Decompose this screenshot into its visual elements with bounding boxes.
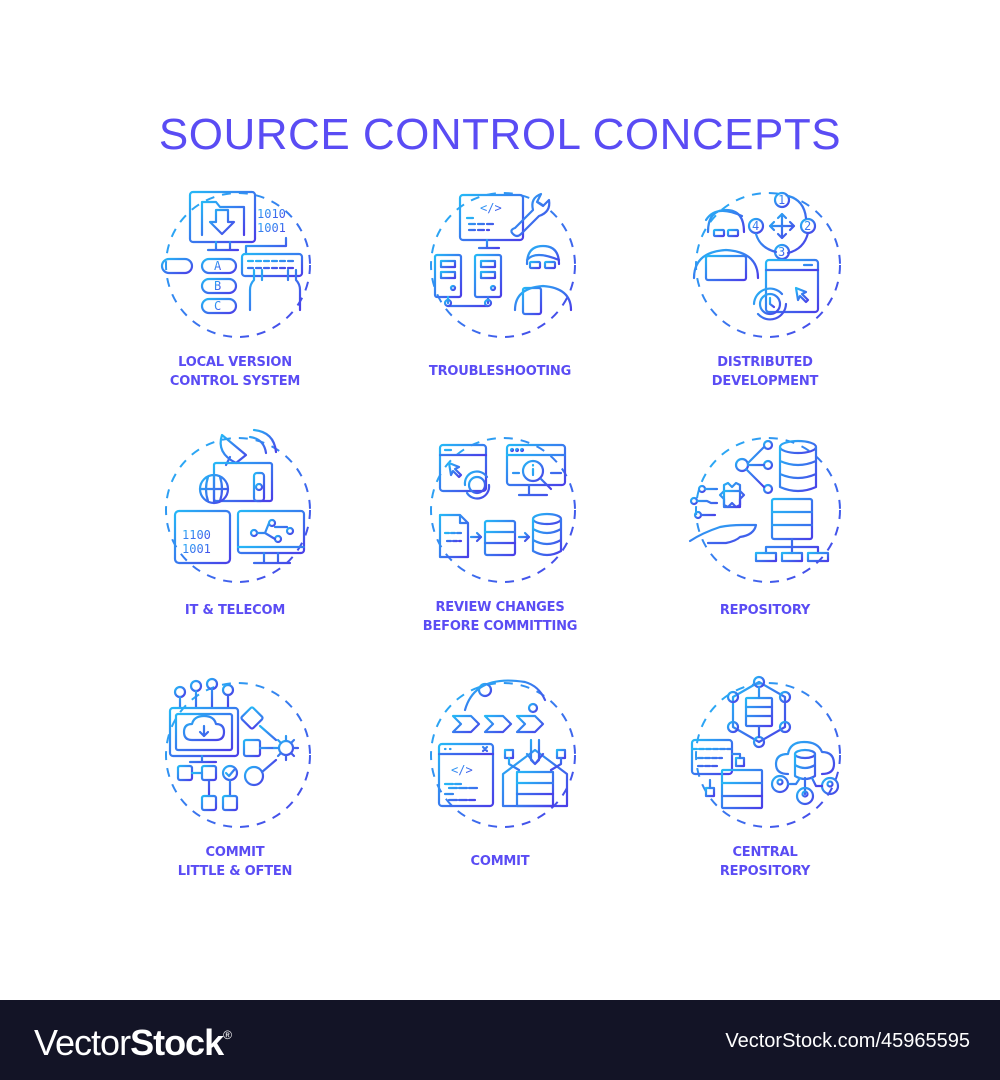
step-4: 4 (752, 219, 759, 233)
local-version-control-icon: 1010 1001 A B C (160, 190, 311, 338)
concept-label: REPOSITORY (719, 864, 811, 879)
code-tag: </> (451, 763, 473, 777)
commit-icon: </> (430, 679, 576, 828)
node-b: B (214, 279, 221, 293)
concept-label: TROUBLESHOOTING (428, 364, 572, 379)
distributed-development-icon: 1 2 3 4 (692, 191, 841, 338)
repository-icon (688, 437, 841, 583)
concept-label: COMMIT (205, 845, 265, 860)
binary-bottom: 1001 (182, 542, 211, 556)
step-3: 3 (778, 245, 785, 259)
commit-little-often-icon (165, 677, 311, 828)
brand-light: Vector (34, 1022, 131, 1063)
troubleshooting-icon: </> (430, 192, 576, 338)
registered-mark: ® (223, 1028, 232, 1042)
it-telecom-icon: 1100 1001 (165, 428, 311, 583)
node-c: C (214, 299, 221, 313)
concept-distributed-development: 1 2 3 4 DISTRIBUTED DEVELOPMENT (645, 180, 885, 391)
review-changes-icon (430, 437, 576, 583)
vectorstock-logo: VectorStock® (34, 1022, 232, 1064)
concept-label: COMMIT (470, 854, 530, 869)
step-1: 1 (778, 193, 785, 207)
concept-commit: </> COMMIT (380, 670, 620, 871)
image-url: VectorStock.com/45965595 (725, 1030, 970, 1052)
concept-it-telecom: 1100 1001 IT & TELECOM (115, 425, 355, 620)
node-a: A (214, 259, 222, 273)
concept-label: CENTRAL (732, 845, 798, 860)
concept-local-version-control: 1010 1001 A B C LOCAL VERSION CONTROL SY… (115, 180, 355, 391)
concept-label: LITTLE & OFTEN (177, 864, 293, 879)
concept-label: DEVELOPMENT (711, 374, 819, 389)
concept-label: IT & TELECOM (184, 603, 286, 618)
concept-label: REVIEW CHANGES (435, 600, 565, 615)
brand-bold: Stock (130, 1022, 224, 1063)
concept-label: REPOSITORY (719, 603, 811, 618)
code-tag: </> (480, 201, 502, 215)
step-2: 2 (804, 219, 811, 233)
footer: VectorStock® VectorStock.com/45965595 (0, 1000, 1000, 1080)
concept-label: DISTRIBUTED (717, 355, 813, 370)
concept-label: LOCAL VERSION (178, 355, 292, 370)
central-repository-icon (690, 675, 841, 828)
concept-review-changes: REVIEW CHANGES BEFORE COMMITTING (380, 425, 620, 636)
concept-central-repository: CENTRAL REPOSITORY (645, 670, 885, 881)
concept-repository: REPOSITORY (645, 425, 885, 620)
concept-label: CONTROL SYSTEM (169, 374, 301, 389)
concept-commit-little-often: COMMIT LITTLE & OFTEN (115, 670, 355, 881)
binary-top: 1100 (182, 528, 211, 542)
svg-text:1010: 1010 (257, 207, 286, 221)
page-title: SOURCE CONTROL CONCEPTS (158, 110, 842, 159)
concept-label: BEFORE COMMITTING (422, 619, 578, 634)
svg-text:1001: 1001 (257, 221, 286, 235)
concept-troubleshooting: </> TROUBLESHOOTING (380, 180, 620, 381)
